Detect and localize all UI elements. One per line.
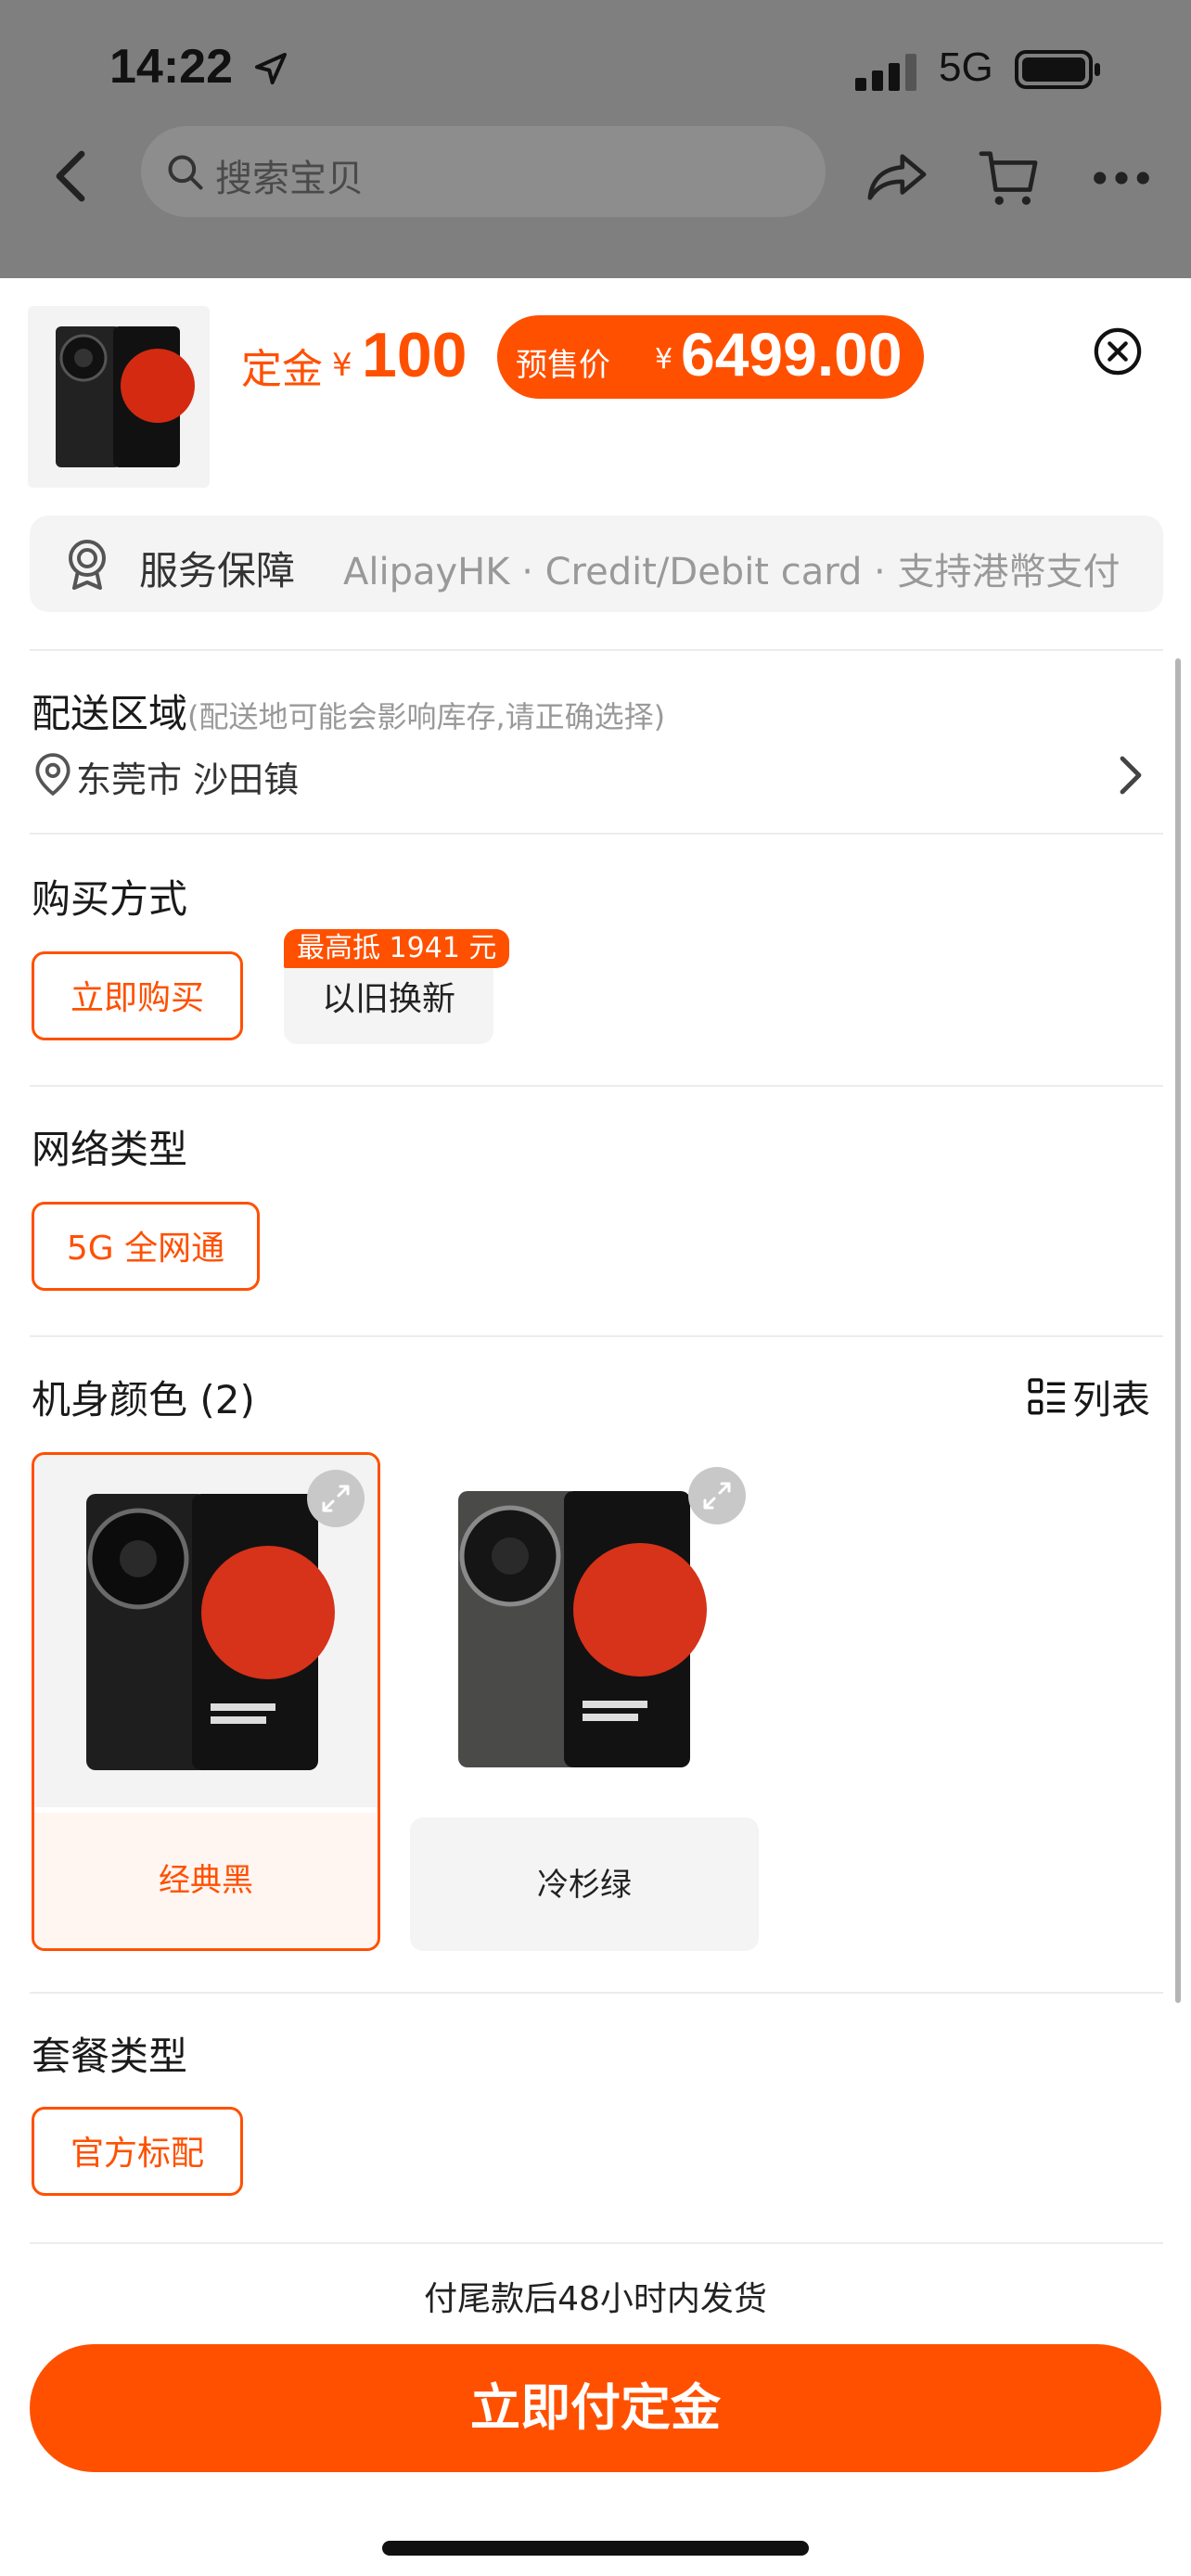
purchase-method-title: 购买方式 [32, 876, 188, 922]
more-icon[interactable] [1093, 167, 1150, 189]
deposit-price: 100 [362, 320, 467, 390]
option-5g[interactable]: 5G 全网通 [32, 1202, 260, 1291]
divider [30, 1992, 1163, 1994]
scrollbar[interactable] [1175, 658, 1181, 2003]
color-label: 经典黑 [34, 1813, 378, 1948]
network-type-title: 网络类型 [32, 1127, 188, 1172]
deposit-label: 定金 [241, 346, 323, 393]
presale-currency: ¥ [655, 343, 673, 376]
search-placeholder: 搜索宝贝 [215, 158, 364, 200]
color-option-classic-black[interactable]: 经典黑 [32, 1452, 380, 1951]
battery-icon [1015, 50, 1100, 89]
list-view-icon [1028, 1378, 1065, 1415]
list-view-label: 列表 [1072, 1377, 1151, 1422]
divider [30, 649, 1163, 651]
service-title: 服务保障 [139, 548, 296, 593]
search-input[interactable]: 搜索宝贝 [141, 126, 826, 217]
delivery-address[interactable]: 东莞市 沙田镇 [76, 751, 299, 802]
deposit-currency: ¥ [332, 347, 352, 384]
home-indicator[interactable] [382, 2541, 809, 2556]
close-icon[interactable] [1093, 326, 1143, 376]
chevron-right-icon[interactable] [1119, 755, 1143, 796]
search-icon [168, 155, 203, 190]
presale-price: 6499.00 [681, 320, 903, 389]
location-arrow-icon [255, 53, 287, 84]
cart-icon[interactable] [978, 147, 1039, 208]
network-type: 5G [939, 45, 993, 90]
divider [30, 833, 1163, 835]
phone-thumbnail-image [56, 326, 195, 467]
expand-icon[interactable] [688, 1467, 746, 1524]
package-type-title: 套餐类型 [32, 2034, 188, 2079]
location-pin-icon [35, 753, 70, 797]
status-time: 14:22 [109, 40, 233, 94]
status-bar: 14:22 5G [0, 0, 1191, 139]
option-official-standard[interactable]: 官方标配 [32, 2107, 243, 2196]
product-thumbnail [28, 306, 210, 488]
back-icon[interactable] [52, 150, 89, 202]
color-option-fir-green[interactable]: 冷杉绿 [410, 1452, 759, 1951]
option-buy-now[interactable]: 立即购买 [32, 951, 243, 1040]
presale-label: 预售价 [516, 347, 610, 384]
divider [30, 1335, 1163, 1337]
share-icon[interactable] [866, 150, 928, 202]
shipping-note: 付尾款后48小时内发货 [424, 2280, 767, 2318]
trade-in-discount-badge: 最高抵 1941 元 [284, 929, 510, 968]
delivery-area-hint: (配送地可能会影响库存,请正确选择) [187, 699, 666, 734]
body-color-title: 机身颜色 (2) [32, 1377, 255, 1422]
option-trade-in[interactable]: 以旧换新 [284, 955, 493, 1044]
color-label: 冷杉绿 [410, 1817, 759, 1951]
signal-icon [855, 54, 916, 91]
service-guarantee-bar[interactable]: 服务保障 AlipayHK · Credit/Debit card · 支持港幣… [30, 516, 1163, 612]
expand-arrows-icon [322, 1485, 350, 1512]
sku-selection-sheet: 定金 ¥ 100 预售价 ¥ 6499.00 服务保障 AlipayHK · C… [0, 278, 1191, 2576]
dimmed-page-backdrop[interactable]: 14:22 5G 搜索宝贝 [0, 0, 1191, 278]
pay-deposit-button[interactable]: 立即付定金 [30, 2344, 1161, 2472]
payment-methods-text: AlipayHK · Credit/Debit card · 支持港幣支付 [343, 551, 1121, 593]
expand-icon[interactable] [307, 1470, 365, 1527]
expand-arrows-icon [703, 1482, 731, 1510]
list-view-toggle[interactable]: 列表 [1028, 1369, 1176, 1424]
service-badge-icon [69, 540, 106, 590]
presale-price-badge: 预售价 ¥ 6499.00 [497, 315, 924, 399]
divider [30, 2242, 1163, 2244]
color-image [410, 1452, 759, 1804]
color-image [34, 1455, 378, 1807]
delivery-area-label: 配送区域 [32, 691, 188, 736]
delivery-area-title: 配送区域(配送地可能会影响库存,请正确选择) [32, 682, 665, 739]
divider [30, 1085, 1163, 1087]
